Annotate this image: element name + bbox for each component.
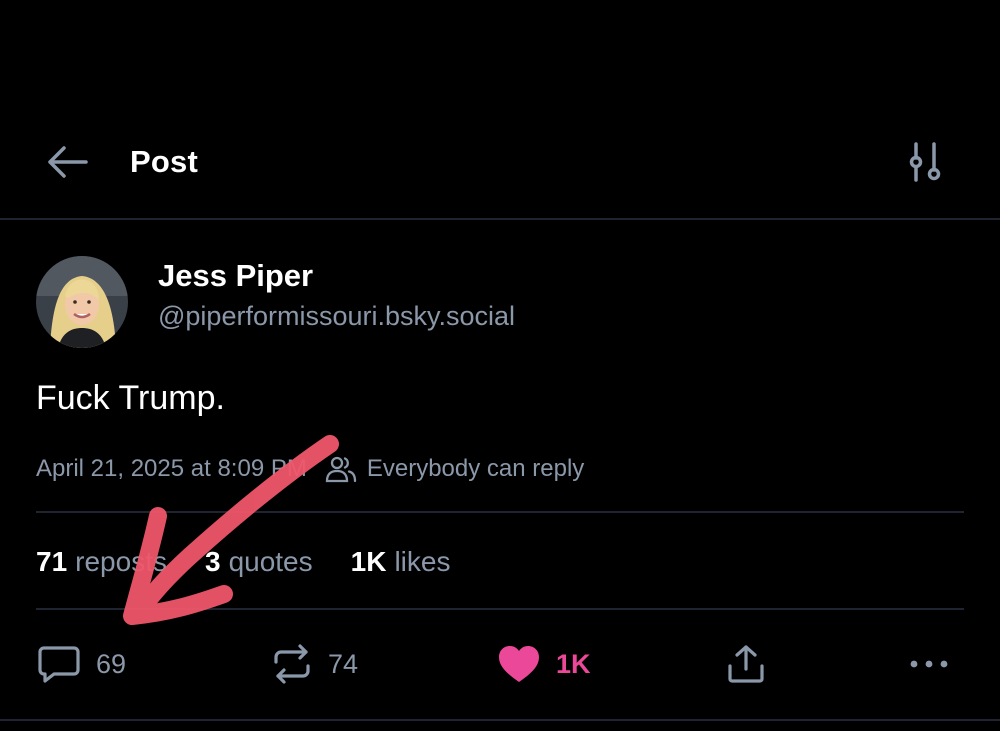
page-title: Post	[130, 144, 198, 179]
engagement-stats: 71 reposts 3 quotes 1K likes	[36, 545, 488, 579]
author-name[interactable]: Jess Piper	[158, 258, 313, 294]
reposts-stat[interactable]: 71 reposts	[36, 546, 167, 578]
like-button[interactable]: 1K	[496, 640, 591, 688]
reply-settings[interactable]: Everybody can reply	[325, 455, 584, 483]
likes-count: 1K	[350, 546, 387, 577]
annotation-arrow	[123, 435, 339, 625]
people-icon	[325, 456, 356, 483]
reposts-count: 71	[36, 546, 68, 577]
back-button[interactable]	[38, 140, 94, 184]
quotes-stat[interactable]: 3 quotes	[205, 546, 313, 578]
stats-divider-top	[36, 511, 964, 513]
more-horizontal-icon	[910, 660, 948, 668]
reposts-label: reposts	[75, 546, 167, 577]
reply-button[interactable]: 69	[36, 640, 126, 688]
quotes-label: quotes	[228, 546, 313, 577]
comment-icon	[38, 646, 80, 683]
stats-divider-bottom	[36, 608, 964, 610]
author-handle[interactable]: @piperformissouri.bsky.social	[158, 301, 515, 332]
share-button[interactable]	[724, 640, 768, 688]
heart-icon	[499, 646, 539, 682]
sliders-icon	[909, 142, 941, 182]
header-divider	[0, 218, 1000, 220]
avatar[interactable]	[36, 256, 128, 348]
share-icon	[728, 645, 764, 683]
reply-settings-label: Everybody can reply	[366, 455, 585, 482]
likes-label: likes	[394, 546, 451, 577]
like-count: 1K	[556, 648, 591, 679]
thread-settings-button[interactable]	[900, 136, 952, 188]
top-bar: Post	[0, 118, 1000, 218]
quotes-count: 3	[204, 546, 221, 577]
post-screen: Post Jess Piper @piperformissouri.bsky.s…	[0, 0, 1000, 731]
post-text: Fuck Trump.	[36, 379, 225, 417]
repost-count: 74	[328, 648, 359, 679]
repost-button[interactable]: 74	[270, 640, 358, 688]
post-timestamp: April 21, 2025 at 8:09 PM	[36, 455, 307, 482]
likes-stat[interactable]: 1K likes	[351, 546, 451, 578]
arrow-left-icon	[48, 146, 88, 178]
post-meta: April 21, 2025 at 8:09 PM Everybody can …	[36, 454, 584, 484]
reply-count: 69	[96, 648, 127, 679]
more-options-button[interactable]	[906, 640, 952, 688]
repost-icon	[274, 644, 310, 684]
post-bottom-divider	[0, 719, 1000, 721]
